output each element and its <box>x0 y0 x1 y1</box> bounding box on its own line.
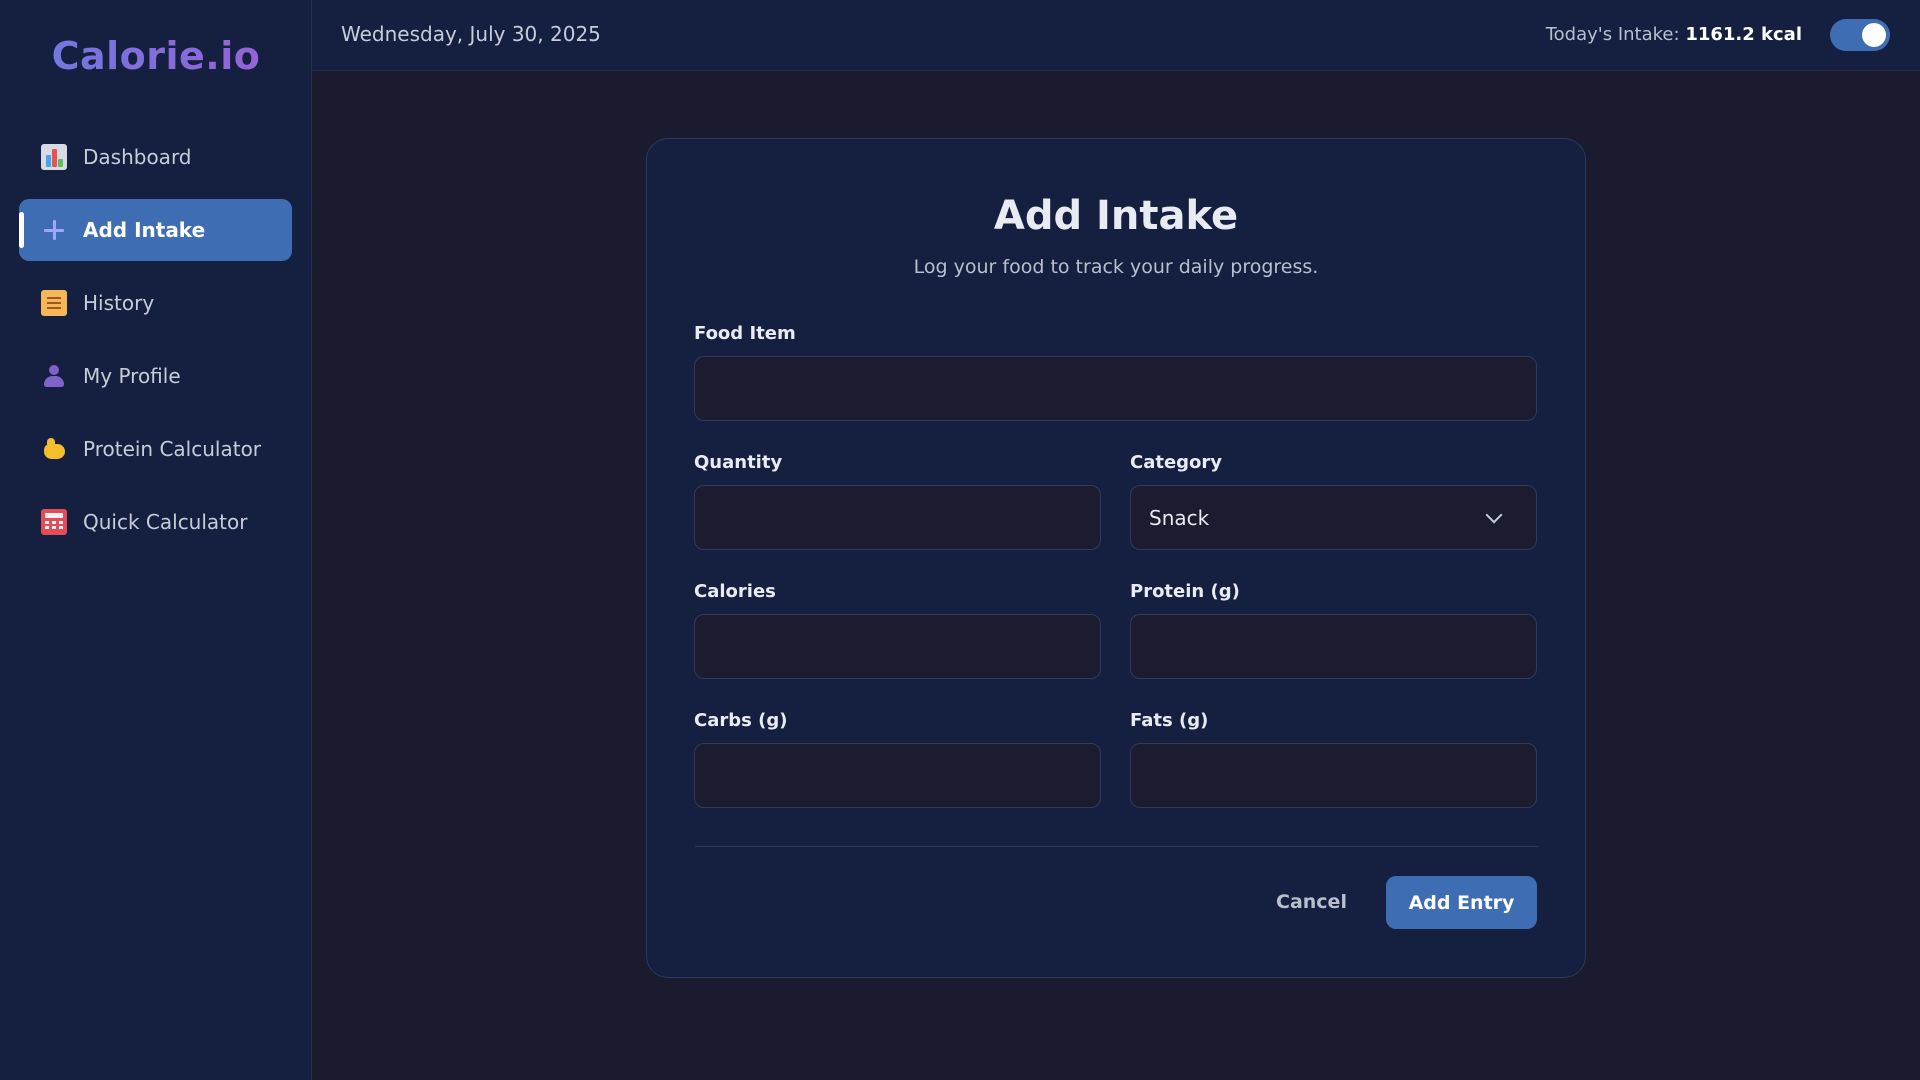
fats-label: Fats (g) <box>1130 710 1209 731</box>
toggle-knob <box>1862 23 1886 47</box>
food-item-input[interactable] <box>694 356 1537 421</box>
category-label: Category <box>1130 452 1223 473</box>
sidebar-item-my-profile[interactable]: My Profile <box>19 345 292 407</box>
current-date: Wednesday, July 30, 2025 <box>341 22 601 46</box>
add-intake-card: Add Intake Log your food to track your d… <box>646 138 1586 978</box>
flexed-biceps-icon <box>41 436 67 462</box>
sidebar-item-label: Protein Calculator <box>83 437 262 461</box>
food-item-label: Food Item <box>694 323 796 344</box>
calories-input[interactable] <box>694 614 1101 679</box>
top-header: Wednesday, July 30, 2025 Today's Intake:… <box>312 0 1920 71</box>
carbs-label: Carbs (g) <box>694 710 788 731</box>
sidebar-nav: Dashboard Add Intake History My Profile … <box>19 126 292 564</box>
sidebar-item-add-intake[interactable]: Add Intake <box>19 199 292 261</box>
page-subtitle: Log your food to track your daily progre… <box>913 256 1319 278</box>
abacus-icon <box>41 509 67 535</box>
intake-label: Today's Intake: <box>1545 24 1680 45</box>
category-selected-value: Snack <box>1149 505 1210 530</box>
todays-intake: Today's Intake: 1161.2 kcal <box>1546 24 1802 45</box>
cancel-button[interactable]: Cancel <box>1264 876 1359 928</box>
sidebar-item-label: Quick Calculator <box>83 510 248 534</box>
sidebar-item-history[interactable]: History <box>19 272 292 334</box>
scroll-icon <box>41 290 67 316</box>
sidebar-item-dashboard[interactable]: Dashboard <box>19 126 292 188</box>
quantity-input[interactable] <box>694 485 1101 550</box>
sidebar-item-quick-calculator[interactable]: Quick Calculator <box>19 491 292 553</box>
category-select[interactable]: Snack <box>1130 485 1537 550</box>
theme-toggle[interactable] <box>1830 19 1890 51</box>
user-icon <box>41 363 67 389</box>
app-logo[interactable]: Calorie.io <box>0 34 312 78</box>
sidebar: Calorie.io Dashboard Add Intake History … <box>0 0 312 1080</box>
sidebar-item-label: History <box>83 291 155 315</box>
sidebar-item-label: Add Intake <box>83 218 206 242</box>
calories-label: Calories <box>694 581 776 602</box>
protein-input[interactable] <box>1130 614 1537 679</box>
sidebar-item-protein-calculator[interactable]: Protein Calculator <box>19 418 292 480</box>
quantity-label: Quantity <box>694 452 783 473</box>
sidebar-item-label: My Profile <box>83 364 181 388</box>
intake-value: 1161.2 kcal <box>1685 24 1802 45</box>
sidebar-item-label: Dashboard <box>83 145 192 169</box>
carbs-input[interactable] <box>694 743 1101 808</box>
fats-input[interactable] <box>1130 743 1537 808</box>
chevron-down-icon <box>1486 511 1500 525</box>
form-divider <box>695 846 1538 847</box>
add-entry-button[interactable]: Add Entry <box>1386 876 1537 929</box>
page-title: Add Intake <box>993 193 1239 239</box>
protein-label: Protein (g) <box>1130 581 1240 602</box>
plus-icon <box>41 217 67 243</box>
bar-chart-icon <box>41 144 67 170</box>
